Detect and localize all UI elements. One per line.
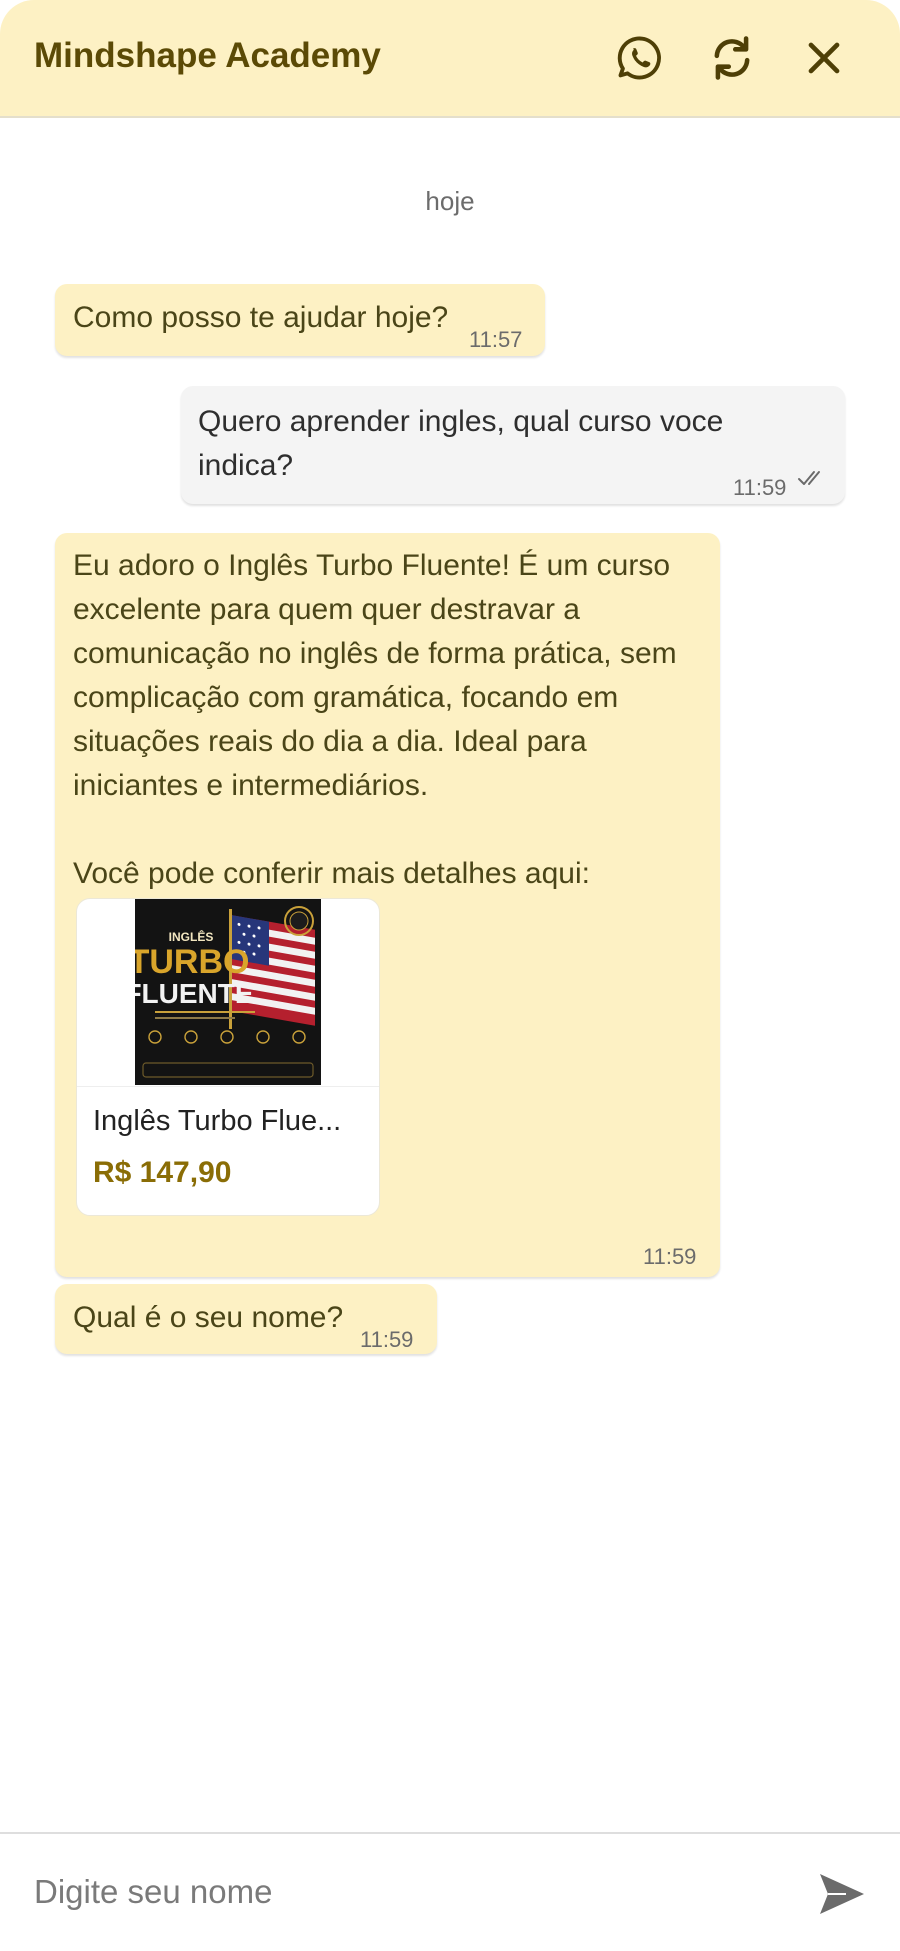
bot-message: Como posso te ajudar hoje? 11:57 <box>55 284 545 356</box>
date-separator: hoje <box>425 186 475 216</box>
product-image-area: INGLÊS TURBO FLUENTE <box>77 899 379 1087</box>
bot-message: Qual é o seu nome? 11:59 <box>55 1284 437 1354</box>
close-icon <box>808 42 840 74</box>
product-image: INGLÊS TURBO FLUENTE <box>135 899 321 1085</box>
message-time: 11:59 <box>733 475 787 500</box>
refresh-button[interactable] <box>704 30 760 86</box>
chat-header: Mindshape Academy <box>0 0 900 118</box>
cover-text: FLUENTE <box>135 978 254 1009</box>
send-icon[interactable] <box>816 1870 868 1918</box>
user-message: Quero aprender ingles, qual curso voce i… <box>181 386 845 504</box>
message-text: Eu adoro o Inglês Turbo Fluente! É um cu… <box>73 549 677 890</box>
message-time: 11:59 <box>360 1327 414 1352</box>
bot-message: Eu adoro o Inglês Turbo Fluente! É um cu… <box>55 533 720 1277</box>
message-composer <box>0 1832 900 1951</box>
product-price: R$ 147,90 <box>93 1156 232 1189</box>
message-time: 11:59 <box>643 1244 697 1269</box>
refresh-icon <box>714 36 750 80</box>
read-checkmark-icon <box>798 471 820 485</box>
product-name: Inglês Turbo Flue... <box>93 1105 342 1137</box>
whatsapp-button[interactable] <box>612 30 668 86</box>
message-text: Qual é o seu nome? <box>73 1301 344 1334</box>
message-text: Como posso te ajudar hoje? <box>73 301 449 334</box>
whatsapp-icon <box>617 36 661 80</box>
message-time: 11:57 <box>469 327 523 352</box>
message-text: Quero aprender ingles, qual curso voce i… <box>198 405 724 482</box>
close-button[interactable] <box>796 30 852 86</box>
name-input[interactable] <box>34 1864 794 1920</box>
product-card[interactable]: INGLÊS TURBO FLUENTE Inglês Turbo Flue..… <box>76 898 380 1216</box>
chat-title: Mindshape Academy <box>34 36 381 75</box>
cover-text: TURBO <box>135 943 249 981</box>
course-cover-image: INGLÊS TURBO FLUENTE <box>135 899 321 1085</box>
cover-text: INGLÊS <box>169 929 214 944</box>
